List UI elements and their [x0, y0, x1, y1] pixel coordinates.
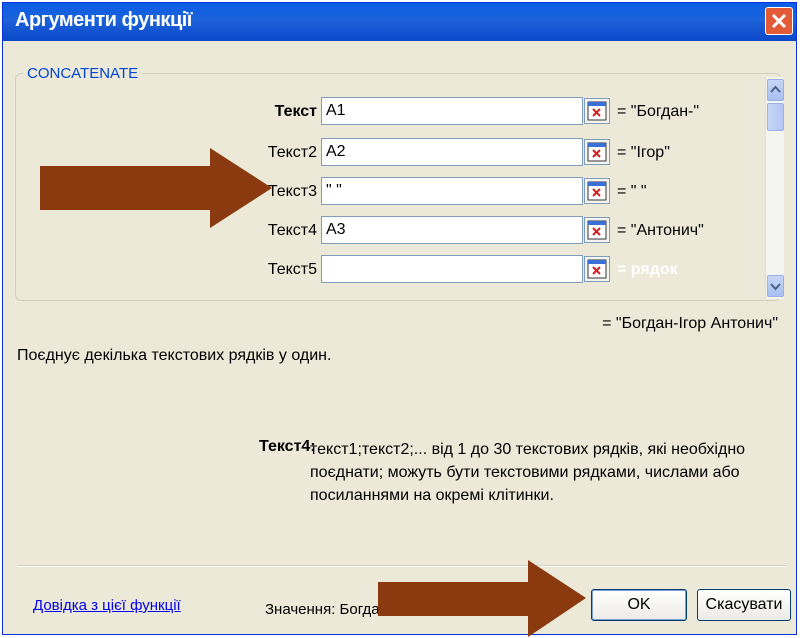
scroll-down-button[interactable] [767, 275, 784, 297]
chevron-up-icon [770, 85, 781, 93]
function-arguments-dialog: Аргументи функції CONCATENATE Текст A1 =… [2, 2, 797, 635]
function-name: CONCATENATE [23, 65, 143, 82]
range-select-button-4[interactable] [584, 217, 610, 243]
formula-result: = "Богдан-Ігор Антонич" [602, 315, 778, 332]
range-select-icon [587, 220, 607, 240]
range-select-icon [587, 181, 607, 201]
close-icon [771, 13, 787, 29]
cancel-button[interactable]: Скасувати [697, 589, 791, 621]
range-select-button-5[interactable] [584, 256, 610, 282]
close-button[interactable] [765, 7, 793, 35]
arguments-scrollbar[interactable] [765, 77, 784, 299]
function-description: Поєднує декілька текстових рядків у один… [17, 347, 332, 364]
range-select-icon [587, 259, 607, 279]
scroll-thumb[interactable] [767, 103, 784, 131]
range-select-icon [587, 101, 607, 121]
arg-input-5[interactable] [321, 255, 583, 283]
arg-result-3: = " " [617, 183, 647, 200]
range-select-button-1[interactable] [584, 98, 610, 124]
function-help-link[interactable]: Довідка з цієї функції [33, 597, 181, 614]
value-label: Значення: Богда [265, 601, 380, 618]
arrow-annotation-icon [378, 560, 586, 637]
range-select-button-3[interactable] [584, 178, 610, 204]
arg-input-3[interactable]: " " [321, 177, 583, 205]
arg-label-1: Текст [274, 103, 317, 120]
arg-label-5: Текст5 [267, 261, 317, 278]
title-bar[interactable]: Аргументи функції [3, 3, 796, 41]
argument-help-name: Текст4: [259, 438, 316, 455]
ok-button[interactable]: OK [591, 589, 687, 621]
scroll-up-button[interactable] [767, 79, 784, 101]
arg-input-2[interactable]: A2 [321, 138, 583, 166]
arrow-annotation-icon [40, 148, 272, 228]
chevron-down-icon [770, 283, 781, 291]
arg-result-5: = рядок [617, 261, 678, 278]
argument-help-text: текст1;текст2;... від 1 до 30 текстових … [310, 441, 746, 504]
arg-result-1: = "Богдан-" [617, 103, 700, 120]
window-title: Аргументи функції [15, 9, 192, 31]
arg-input-4[interactable]: A3 [321, 216, 583, 244]
arg-result-2: = "Ігор" [617, 144, 670, 161]
range-select-button-2[interactable] [584, 139, 610, 165]
range-select-icon [587, 142, 607, 162]
arg-result-4: = "Антонич" [617, 222, 704, 239]
arg-input-1[interactable]: A1 [321, 97, 583, 125]
